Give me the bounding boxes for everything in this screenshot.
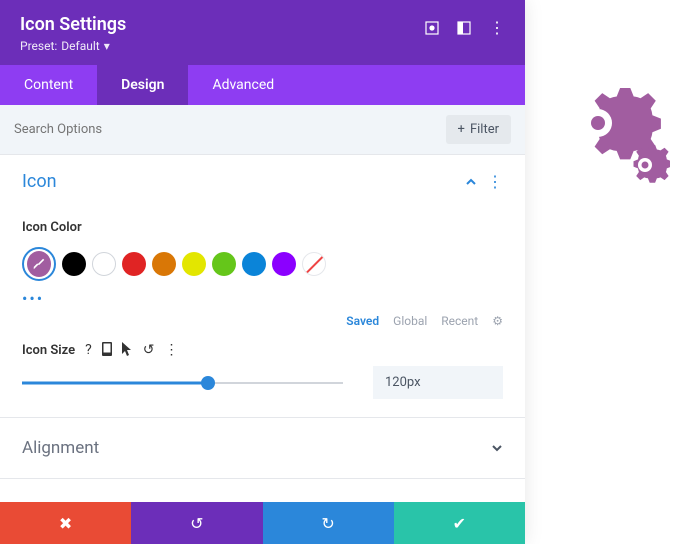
preset-selector[interactable]: Preset: Default ▾	[20, 39, 126, 53]
state-global[interactable]: Global	[393, 314, 427, 328]
help-icon[interactable]: ?	[85, 342, 92, 358]
size-input[interactable]	[373, 366, 503, 399]
color-swatches	[22, 247, 503, 281]
section-more-icon[interactable]: ⋮	[487, 172, 503, 191]
preset-state-row: Saved Global Recent ⚙	[22, 314, 503, 328]
gear-icon[interactable]: ⚙	[492, 314, 503, 328]
plus-icon: +	[458, 122, 465, 137]
section-icon-header[interactable]: Icon ⋮	[0, 155, 525, 208]
state-saved[interactable]: Saved	[346, 314, 379, 328]
undo-icon[interactable]: ↺	[143, 342, 155, 358]
panel-title: Icon Settings	[20, 14, 126, 35]
color-swatch[interactable]	[272, 252, 296, 276]
color-swatch[interactable]	[212, 252, 236, 276]
caret-down-icon: ▾	[104, 39, 110, 53]
icon-size-label: Icon Size	[22, 343, 75, 358]
search-input[interactable]	[14, 122, 446, 137]
kebab-icon[interactable]: ⋮	[165, 342, 179, 358]
section-alignment-header[interactable]: Alignment	[0, 418, 525, 479]
icon-color-label: Icon Color	[22, 220, 503, 235]
icon-preview	[560, 70, 670, 190]
expand-icon[interactable]	[425, 21, 439, 35]
eyedropper-icon	[27, 251, 51, 277]
undo-icon: ↺	[190, 514, 203, 533]
tab-advanced[interactable]: Advanced	[188, 65, 298, 105]
more-colors-icon[interactable]: •••	[22, 289, 503, 308]
confirm-button[interactable]: ✔	[394, 502, 525, 544]
layout-icon[interactable]	[457, 21, 471, 35]
color-swatch[interactable]	[62, 252, 86, 276]
close-icon: ✖	[59, 514, 72, 533]
undo-button[interactable]: ↺	[131, 502, 262, 544]
color-swatch[interactable]	[182, 252, 206, 276]
device-icon[interactable]	[102, 342, 112, 358]
filter-button[interactable]: + Filter	[446, 115, 511, 144]
redo-icon: ↻	[321, 514, 334, 533]
state-recent[interactable]: Recent	[441, 314, 478, 328]
size-slider[interactable]	[22, 373, 343, 393]
sections-scroll[interactable]: Icon ⋮ Icon Color ••• Saved Global Recen…	[0, 155, 525, 493]
tabs: Content Design Advanced	[0, 65, 525, 105]
color-swatch[interactable]	[152, 252, 176, 276]
more-icon[interactable]: ⋮	[489, 18, 505, 37]
search-bar: + Filter	[0, 105, 525, 155]
chevron-up-icon[interactable]	[465, 176, 477, 188]
cancel-button[interactable]: ✖	[0, 502, 131, 544]
footer-actions: ✖ ↺ ↻ ✔	[0, 502, 525, 544]
color-swatch[interactable]	[302, 252, 326, 276]
check-icon: ✔	[453, 514, 466, 533]
section-icon: Icon ⋮ Icon Color ••• Saved Global Recen…	[0, 155, 525, 418]
section-spacing-header[interactable]: Spacing	[0, 479, 525, 493]
tab-content[interactable]: Content	[0, 65, 97, 105]
header: Icon Settings Preset: Default ▾ ⋮	[0, 0, 525, 65]
color-swatch[interactable]	[22, 247, 56, 281]
redo-button[interactable]: ↻	[263, 502, 394, 544]
tab-design[interactable]: Design	[97, 65, 188, 105]
color-swatch[interactable]	[242, 252, 266, 276]
color-swatch[interactable]	[122, 252, 146, 276]
cursor-icon[interactable]	[122, 342, 133, 358]
color-swatch[interactable]	[92, 252, 116, 276]
chevron-down-icon	[491, 442, 503, 454]
